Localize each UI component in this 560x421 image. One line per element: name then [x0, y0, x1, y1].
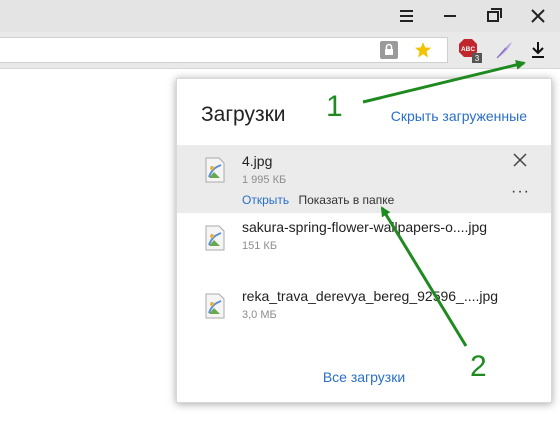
annotation-label-2: 2 — [470, 350, 487, 383]
arrow-1 — [362, 60, 526, 104]
arrow-2 — [380, 206, 468, 347]
annotation-label-1: 1 — [326, 90, 343, 123]
